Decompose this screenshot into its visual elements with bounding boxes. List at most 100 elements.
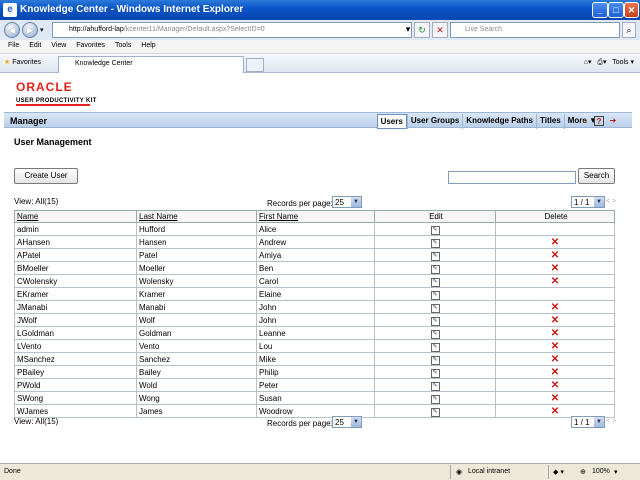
live-search-input[interactable]: Live Search	[450, 22, 620, 38]
delete-icon[interactable]: ✕	[551, 406, 559, 417]
table-row: EKramer Kramer Elaine ✎	[14, 287, 615, 301]
cell-first-name: Alice	[256, 222, 375, 236]
edit-icon[interactable]: ✎	[430, 278, 440, 287]
menu-edit[interactable]: Edit	[29, 42, 41, 49]
cell-username: BMoeller	[14, 261, 137, 275]
minimize-button[interactable]: _	[592, 2, 608, 18]
protected-mode-icon[interactable]: ◆ ▾	[553, 468, 564, 476]
table-row: BMoeller Moeller Ben ✎ ✕	[14, 261, 615, 275]
edit-icon[interactable]: ✎	[430, 395, 440, 404]
new-tab-button[interactable]	[246, 58, 264, 72]
search-button[interactable]: Search	[578, 168, 615, 184]
home-icon[interactable]: ⌂	[580, 116, 590, 126]
edit-icon[interactable]: ✎	[430, 330, 440, 339]
page-title: User Management	[14, 137, 92, 147]
cell-delete	[495, 287, 615, 301]
cell-first-name: Peter	[256, 378, 375, 392]
logout-icon[interactable]: ➔	[608, 116, 618, 126]
page-select-top[interactable]: 1 / 1 ▼	[571, 196, 605, 208]
col-name[interactable]: Name	[14, 210, 137, 223]
edit-icon[interactable]: ✎	[430, 239, 440, 248]
delete-icon[interactable]: ✕	[551, 315, 559, 326]
tab-user-groups[interactable]: User Groups	[406, 114, 462, 129]
cell-first-name: Susan	[256, 391, 375, 405]
col-last-name[interactable]: Last Name	[136, 210, 257, 223]
search-go-icon[interactable]: ⌕	[622, 22, 636, 38]
close-button[interactable]: ✕	[624, 2, 639, 18]
edit-icon[interactable]: ✎	[430, 369, 440, 378]
menu-favorites[interactable]: Favorites	[76, 42, 105, 49]
cell-delete: ✕	[495, 352, 615, 366]
search-input[interactable]	[448, 171, 576, 184]
zoom-dropdown-icon[interactable]: ▾	[614, 468, 618, 476]
address-host: http://ahufford-lap	[69, 26, 124, 33]
home-icon[interactable]: ⌂▾	[584, 59, 592, 66]
delete-icon[interactable]: ✕	[551, 354, 559, 365]
cell-username: CWolensky	[14, 274, 137, 288]
forward-button[interactable]: ▶	[22, 22, 38, 38]
edit-icon[interactable]: ✎	[430, 317, 440, 326]
tab-knowledge-paths[interactable]: Knowledge Paths	[462, 114, 536, 129]
edit-icon[interactable]: ✎	[430, 304, 440, 313]
page-select-bottom[interactable]: 1 / 1 ▼	[571, 416, 605, 428]
chevron-down-icon: ▼	[594, 197, 604, 207]
refresh-icon[interactable]: ↻	[414, 22, 430, 38]
edit-icon[interactable]: ✎	[430, 408, 440, 417]
edit-icon[interactable]: ✎	[430, 252, 440, 261]
table-row: APatel Patel Amiya ✎ ✕	[14, 248, 615, 262]
stop-icon[interactable]: ✕	[432, 22, 448, 38]
col-first-name[interactable]: First Name	[256, 210, 375, 223]
tab-knowledge-center[interactable]: Knowledge Center	[58, 56, 244, 73]
view-all-link-bottom[interactable]: View: All(15)	[14, 417, 58, 426]
tab-titles[interactable]: Titles	[535, 114, 564, 129]
delete-icon[interactable]: ✕	[551, 263, 559, 274]
tab-users[interactable]: Users	[376, 114, 407, 129]
edit-icon[interactable]: ✎	[430, 356, 440, 365]
view-all-link-top[interactable]: View: All(15)	[14, 197, 58, 206]
logo-text: ORACLE	[16, 80, 73, 94]
records-per-page-select-top[interactable]: 25 ▼	[332, 196, 362, 208]
create-user-button[interactable]: Create User	[14, 168, 78, 184]
records-per-page-select-bottom[interactable]: 25 ▼	[332, 416, 362, 428]
favorites-button[interactable]: ★ Favorites	[4, 58, 41, 66]
delete-icon[interactable]: ✕	[551, 380, 559, 391]
edit-icon[interactable]: ✎	[430, 382, 440, 391]
edit-icon[interactable]: ✎	[430, 291, 440, 300]
menu-help[interactable]: Help	[141, 42, 155, 49]
zoom-icon: ⊕	[580, 469, 586, 476]
page-nav-arrows[interactable]: < >	[606, 198, 616, 205]
delete-icon[interactable]: ✕	[551, 341, 559, 352]
menu-tools[interactable]: Tools	[115, 42, 131, 49]
cell-username: AHansen	[14, 235, 137, 249]
menu-file[interactable]: File	[8, 42, 19, 49]
zoom-level[interactable]: 100%	[592, 468, 610, 475]
status-divider	[450, 465, 451, 479]
delete-icon[interactable]: ✕	[551, 367, 559, 378]
delete-icon[interactable]: ✕	[551, 302, 559, 313]
status-divider	[548, 465, 549, 479]
zone-text: Local intranet	[468, 468, 511, 475]
status-bar: Done ◉ Local intranet ◆ ▾ ⊕ 100% ▾	[0, 463, 640, 480]
edit-icon[interactable]: ✎	[430, 343, 440, 352]
edit-icon[interactable]: ✎	[430, 226, 440, 235]
address-bar[interactable]: http://ahufford-lap/kcenter11/Manager/De…	[52, 22, 412, 38]
cell-first-name: John	[256, 300, 375, 314]
maximize-button[interactable]: □	[608, 2, 624, 18]
delete-icon[interactable]: ✕	[551, 250, 559, 261]
edit-icon[interactable]: ✎	[430, 265, 440, 274]
help-icon[interactable]: ?	[594, 116, 604, 126]
page-nav-arrows-bottom[interactable]: < >	[606, 418, 616, 425]
delete-icon[interactable]: ✕	[551, 393, 559, 404]
cell-last-name: Manabi	[136, 300, 257, 314]
delete-icon[interactable]: ✕	[551, 276, 559, 287]
menu-view[interactable]: View	[51, 42, 66, 49]
col-first-name-label: First Name	[259, 212, 299, 221]
cell-edit: ✎	[374, 222, 496, 236]
back-button[interactable]: ◀	[4, 22, 20, 38]
tools-button[interactable]: Tools ▾	[612, 59, 634, 66]
delete-icon[interactable]: ✕	[551, 237, 559, 248]
history-dropdown-icon[interactable]: ▾	[40, 26, 44, 34]
page-value: 1 / 1	[574, 418, 590, 427]
print-icon[interactable]: ⎙▾	[597, 59, 606, 66]
delete-icon[interactable]: ✕	[551, 328, 559, 339]
